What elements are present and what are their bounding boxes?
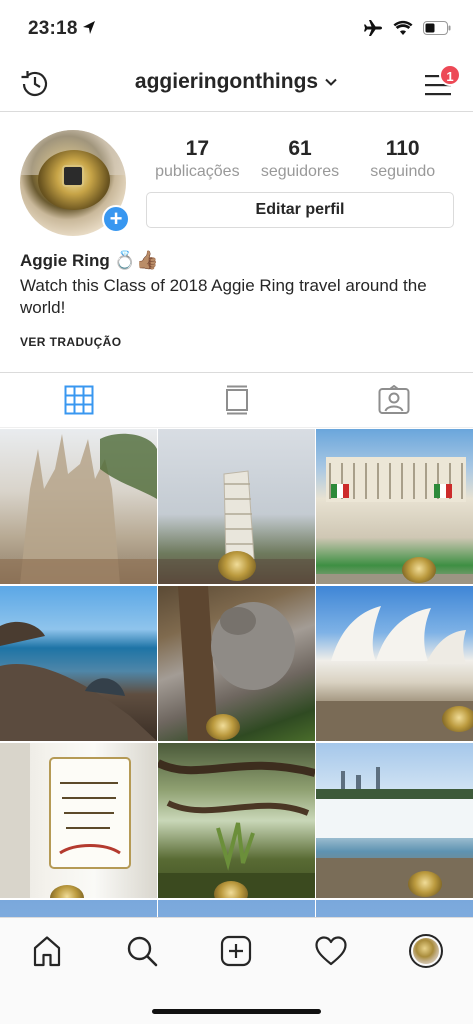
username-title: aggieringonthings (134, 70, 319, 93)
following-count[interactable]: 110 seguindo (351, 136, 454, 182)
feed-icon (225, 385, 248, 415)
tab-search[interactable] (95, 935, 190, 967)
profile-name-line: Aggie Ring 💍👍🏽 (20, 248, 460, 273)
post-thumbnail-jungle[interactable] (158, 743, 315, 898)
bio-text: Watch this Class of 2018 Aggie Ring trav… (20, 276, 427, 317)
profile-name: Aggie Ring (20, 251, 110, 270)
following-count-label: seguindo (370, 163, 436, 180)
wifi-icon (393, 20, 413, 35)
followers-count-value: 61 (288, 137, 312, 160)
post-thumbnail-rome-monument[interactable] (316, 429, 473, 584)
post-thumbnail-pisa-tower[interactable] (158, 429, 315, 584)
tab-tagged[interactable] (315, 373, 473, 427)
chevron-down-icon (325, 79, 337, 87)
posts-count-value: 17 (185, 137, 210, 160)
name-emojis: 💍👍🏽 (113, 250, 159, 270)
post-thumbnail[interactable] (316, 900, 473, 917)
profile-bio: Aggie Ring 💍👍🏽 Watch this Class of 2018 A… (20, 248, 460, 349)
followers-count[interactable]: 61 seguidores (249, 136, 352, 182)
profile-nav-bar: aggieringonthings 1 (0, 56, 473, 112)
post-thumbnail[interactable] (158, 900, 315, 917)
post-thumbnail-niagara-falls[interactable] (316, 743, 473, 898)
profile-avatar-small (408, 934, 443, 968)
status-bar: 23:18 (0, 0, 473, 56)
waterfall-shape (316, 767, 473, 898)
tagged-icon (378, 385, 410, 414)
following-count-value: 110 (385, 137, 420, 160)
tab-grid[interactable] (0, 373, 158, 427)
post-thumbnail-sydney-opera[interactable] (316, 586, 473, 741)
airplane-icon (364, 20, 382, 36)
sign-shape (0, 743, 131, 898)
koala-shape (178, 586, 295, 741)
followers-count-label: seguidores (260, 163, 340, 180)
home-indicator (152, 1009, 321, 1014)
posts-count-label: publicações (155, 163, 240, 180)
tab-home[interactable] (0, 935, 95, 967)
tab-feed[interactable] (158, 373, 316, 427)
grid-icon (64, 385, 94, 415)
search-icon (127, 936, 158, 967)
tab-profile[interactable] (378, 934, 473, 968)
post-thumbnail-koala[interactable] (158, 586, 315, 741)
location-arrow-icon (83, 21, 95, 34)
edit-profile-button[interactable]: Editar perfil (146, 192, 454, 228)
tab-activity[interactable] (284, 936, 379, 966)
posts-count[interactable]: 17 publicações (146, 136, 249, 182)
see-translation-link[interactable]: VER TRADUÇÃO (20, 335, 460, 349)
rocks-shape (0, 621, 157, 741)
add-story-button[interactable]: + (102, 205, 130, 233)
tab-new-post[interactable] (189, 935, 284, 967)
monument-shape (316, 457, 473, 584)
battery-icon (423, 21, 451, 35)
home-icon (34, 936, 61, 967)
heart-icon (315, 936, 347, 966)
bottom-tab-bar (0, 917, 473, 1024)
cathedral-shape (0, 433, 157, 584)
post-thumbnail-sign[interactable] (0, 743, 157, 898)
profile-tabs (0, 372, 473, 428)
jungle-shape (158, 759, 315, 898)
post-thumbnail[interactable] (0, 900, 157, 917)
post-thumbnail-sagrada-familia[interactable] (0, 429, 157, 584)
username-switcher[interactable]: aggieringonthings (0, 70, 473, 94)
posts-grid (0, 429, 473, 917)
new-post-icon (221, 935, 252, 967)
post-thumbnail-beach-rocks[interactable] (0, 586, 157, 741)
profile-stats: 17 publicações 61 seguidores 110 seguind… (146, 136, 454, 182)
notification-badge: 1 (439, 64, 461, 86)
status-time: 23:18 (28, 18, 78, 39)
